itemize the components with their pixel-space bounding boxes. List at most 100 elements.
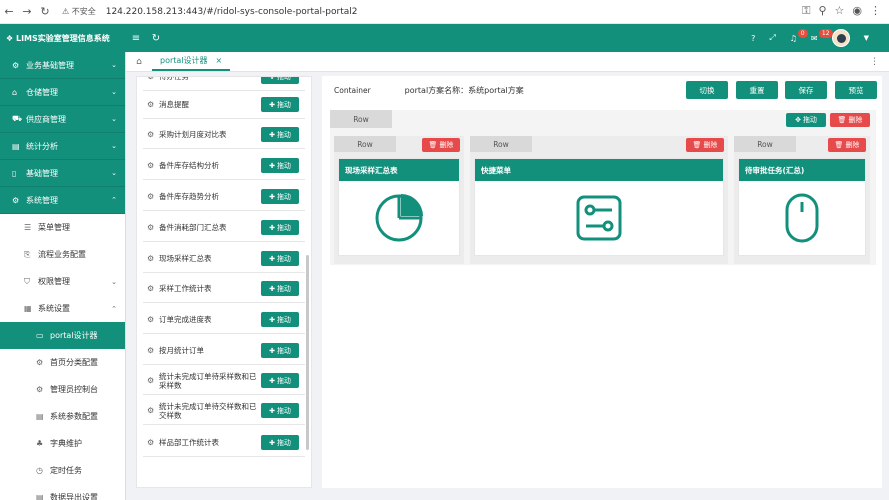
library-scrollbar[interactable] — [306, 255, 309, 450]
library-item-label: 按月统计订单 — [159, 346, 204, 355]
widget-card[interactable]: 待审批任务(汇总) — [738, 158, 866, 256]
drag-button[interactable]: ✚ 拖动 — [261, 435, 299, 450]
sidebar-group-business[interactable]: ⚙ 业务基础管理 ⌄ — [0, 52, 125, 79]
close-icon[interactable]: × — [216, 56, 223, 65]
drag-button[interactable]: ✚ 拖动 — [261, 97, 299, 112]
column-delete-button[interactable]: 🗑 删除 — [828, 138, 866, 152]
message-icon[interactable]: ✉ 12 — [811, 28, 833, 43]
drag-button[interactable]: ✚ 拖动 — [261, 373, 299, 388]
plus-icon: ✚ — [269, 192, 275, 201]
address-bar[interactable]: ⚠ 不安全 124.220.158.213:443/#/ridol-sys-co… — [62, 6, 358, 17]
preview-button[interactable]: 预览 — [835, 81, 877, 99]
back-icon[interactable]: ← — [0, 5, 18, 18]
column-tag[interactable]: Row — [470, 136, 532, 152]
component-library: ⚙ 待办任务 ✚ 拖动 ⚙ 消息提醒 ✚ 拖动 ⚙ 采购计划月度对比表 ✚ 拖动 ⚙ 备件库存结构分析 ✚ 拖… — [136, 76, 312, 488]
sidebar-item-data-export[interactable]: ▤ 数据导出设置 — [0, 484, 125, 500]
gear-icon: ⚙ — [147, 406, 155, 415]
drag-button[interactable]: ✚ 拖动 — [261, 76, 299, 84]
sidebar-item-menu[interactable]: ☰ 菜单管理 — [0, 214, 125, 241]
column-tag[interactable]: Row — [734, 136, 796, 152]
drag-button[interactable]: ✚ 拖动 — [261, 281, 299, 296]
chevron-down-icon: ⌄ — [111, 61, 117, 69]
drag-button[interactable]: ✚ 拖动 — [261, 158, 299, 173]
refresh-icon[interactable]: ↻ — [146, 33, 166, 44]
fullscreen-icon[interactable]: ⤢ — [769, 33, 775, 43]
forward-icon[interactable]: → — [18, 5, 36, 18]
plus-icon: ✚ — [269, 376, 275, 385]
sidebar-group-stats[interactable]: ▤ 统计分析 ⌄ — [0, 133, 125, 160]
drag-button[interactable]: ✚ 拖动 — [261, 312, 299, 327]
sidebar: ⚙ 业务基础管理 ⌄ ⌂ 仓储管理 ⌄ ⛟ 供应商管理 ⌄ ▤ 统计分析 ⌄ ▯ 基础管理 ⌄ ⚙ 系… — [0, 52, 126, 500]
switch-button[interactable]: 切换 — [686, 81, 728, 99]
library-item: ⚙ 待办任务 ✚ 拖动 — [143, 76, 305, 91]
sidebar-group-supplier[interactable]: ⛟ 供应商管理 ⌄ — [0, 106, 125, 133]
reset-button[interactable]: 重置 — [736, 81, 778, 99]
zoom-icon[interactable]: ⚲ — [818, 4, 826, 18]
sidebar-item-portal-designer[interactable]: ▭ portal设计器 — [0, 322, 125, 349]
drag-button[interactable]: ✚ 拖动 — [261, 127, 299, 142]
plus-icon: ✚ — [269, 254, 275, 263]
save-button[interactable]: 保存 — [785, 81, 827, 99]
tab-more-icon[interactable]: ⋮ — [870, 57, 879, 67]
sidebar-item-home-category[interactable]: ⚙ 首页分类配置 — [0, 349, 125, 376]
help-icon[interactable]: ? — [751, 34, 755, 43]
drag-button[interactable]: ✚ 拖动 — [261, 343, 299, 358]
sidebar-item-sys-params[interactable]: ▤ 系统参数配置 — [0, 403, 125, 430]
drag-button[interactable]: ✚ 拖动 — [261, 251, 299, 266]
key-icon[interactable]: ⚿ — [802, 4, 810, 18]
sidebar-group-system[interactable]: ⚙ 系统管理 ⌃ — [0, 187, 125, 214]
chevron-down-icon: ⌄ — [111, 169, 117, 177]
tab-portal-designer[interactable]: portal设计器 × — [152, 53, 231, 71]
sidebar-item-permission[interactable]: ⛉ 权限管理 ⌄ — [0, 268, 125, 295]
drag-button[interactable]: ✚ 拖动 — [261, 220, 299, 235]
pie-chart-icon — [375, 194, 423, 242]
sidebar-item-scheduled-tasks[interactable]: ◷ 定时任务 — [0, 457, 125, 484]
row-drag-button[interactable]: ✥ 拖动 — [786, 113, 826, 127]
switch-panel-icon — [576, 195, 622, 241]
sidebar-item-settings[interactable]: ▦ 系统设置 ⌃ — [0, 295, 125, 322]
sidebar-item-dictionary[interactable]: ♣ 字典维护 — [0, 430, 125, 457]
avatar[interactable] — [831, 29, 850, 47]
library-item: ⚙ 现场采样汇总表 ✚ 拖动 — [143, 245, 305, 273]
plus-icon: ✚ — [269, 406, 275, 415]
home-icon[interactable]: ⌂ — [126, 57, 152, 67]
menu-toggle-icon[interactable]: ≡ — [126, 33, 146, 44]
sidebar-item-flow[interactable]: ⎘ 流程业务配置 — [0, 241, 125, 268]
gear-icon: ⚙ — [147, 284, 155, 293]
widget-card[interactable]: 快捷菜单 — [474, 158, 724, 256]
doc-icon: ▤ — [36, 412, 44, 421]
chevron-down-icon[interactable]: ▼ — [864, 34, 869, 42]
drag-button[interactable]: ✚ 拖动 — [261, 403, 299, 418]
column-delete-button[interactable]: 🗑 删除 — [422, 138, 460, 152]
chart-icon: ▤ — [12, 141, 20, 151]
plus-icon: ✚ — [269, 161, 275, 170]
drag-button[interactable]: ✚ 拖动 — [261, 189, 299, 204]
insecure-label: ⚠ 不安全 — [62, 7, 96, 16]
gear-icon: ⚙ — [147, 254, 155, 263]
menu-icon[interactable]: ⋮ — [870, 4, 881, 18]
column-tag[interactable]: Row — [334, 136, 396, 152]
gear-icon: ⚙ — [147, 376, 155, 385]
star-icon[interactable]: ☆ — [835, 4, 845, 18]
library-item-label: 采购计划月度对比表 — [159, 130, 227, 139]
gear-icon: ⚙ — [147, 315, 155, 324]
plus-icon: ✚ — [269, 76, 275, 81]
truck-icon: ⛟ — [12, 114, 23, 123]
bell-icon[interactable]: ♫ 0 — [790, 28, 808, 43]
reload-icon[interactable]: ↻ — [36, 5, 54, 18]
library-item-label: 统计未完成订单待交样数和已交样数 — [159, 401, 257, 420]
sidebar-item-admin-console[interactable]: ⚙ 管理员控制台 — [0, 376, 125, 403]
home-icon: ⌂ — [12, 87, 18, 97]
widget-card[interactable]: 现场采样汇总表 — [338, 158, 460, 256]
row-tag[interactable]: Row — [330, 110, 392, 128]
widget-title: 现场采样汇总表 — [339, 159, 459, 181]
sidebar-group-warehouse[interactable]: ⌂ 仓储管理 ⌄ — [0, 79, 125, 106]
row-delete-button[interactable]: 🗑 删除 — [830, 113, 870, 127]
library-item: ⚙ 订单完成进度表 ✚ 拖动 — [143, 306, 305, 334]
sidebar-group-basic[interactable]: ▯ 基础管理 ⌄ — [0, 160, 125, 187]
gear-icon: ⚙ — [147, 76, 155, 81]
library-item-label: 现场采样汇总表 — [159, 254, 212, 263]
column-delete-button[interactable]: 🗑 删除 — [686, 138, 724, 152]
container-label: Container — [334, 85, 371, 95]
profile-icon[interactable]: ◉ — [852, 4, 862, 18]
